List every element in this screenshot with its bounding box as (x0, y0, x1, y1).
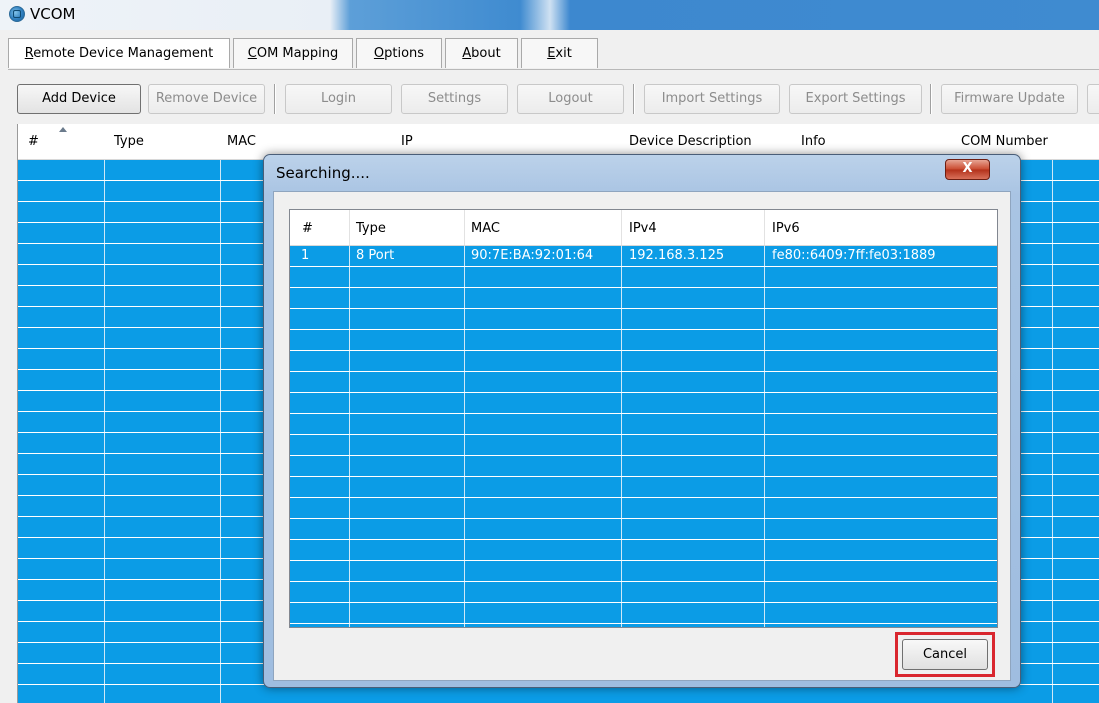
tab-label: ptions (384, 46, 425, 61)
column-header-ipv6[interactable]: IPv6 (772, 221, 800, 236)
close-icon[interactable]: X (945, 159, 990, 180)
dialog-title: Searching.... (276, 164, 370, 182)
table-row[interactable]: 1 8 Port 90:7E:BA:92:01:64 192.168.3.125… (290, 246, 997, 266)
cell-type: 8 Port (356, 248, 395, 263)
toolbar-separator (930, 84, 932, 114)
searching-dialog: Searching.... X # Type MAC IPv4 IPv6 1 8… (263, 154, 1021, 688)
column-header-index[interactable]: # (302, 221, 313, 236)
login-button[interactable]: Login (285, 84, 392, 114)
tab-exit[interactable]: Exit (521, 38, 598, 68)
add-device-button[interactable]: Add Device (17, 84, 141, 114)
column-divider (621, 210, 622, 245)
column-divider (764, 210, 765, 245)
cell-ipv6: fe80::6409:7ff:fe03:1889 (772, 248, 936, 263)
menu-bar: Remote Device Management COM Mapping Opt… (8, 38, 1099, 70)
toolbar-separator (633, 84, 635, 114)
search-results-header: # Type MAC IPv4 IPv6 (290, 210, 997, 246)
tab-mnemonic: A (462, 46, 472, 61)
tab-mnemonic: O (373, 46, 385, 61)
firmware-update-button[interactable]: Firmware Update (941, 84, 1078, 114)
tab-label: bout (471, 46, 501, 61)
tab-label: xit (555, 46, 572, 61)
column-header-type[interactable]: Type (356, 221, 386, 236)
column-header-ip[interactable]: IP (401, 134, 413, 149)
column-header-mac[interactable]: MAC (471, 221, 500, 236)
column-header-com-number[interactable]: COM Number (961, 134, 1048, 149)
cancel-highlight-box (895, 632, 995, 677)
search-results-rows[interactable]: 1 8 Port 90:7E:BA:92:01:64 192.168.3.125… (290, 246, 997, 627)
tab-mnemonic: C (247, 46, 257, 61)
remove-device-button[interactable]: Remove Device (148, 84, 265, 114)
column-header-device-description[interactable]: Device Description (629, 134, 752, 149)
cell-ipv4: 192.168.3.125 (629, 248, 725, 263)
tab-about[interactable]: About (445, 38, 518, 68)
cell-mac: 90:7E:BA:92:01:64 (471, 248, 594, 263)
dialog-body: # Type MAC IPv4 IPv6 1 8 Port 90:7E:BA:9… (273, 191, 1011, 681)
settings-button[interactable]: Settings (401, 84, 508, 114)
sort-ascending-icon (59, 127, 67, 132)
window-title: VCOM (30, 5, 76, 23)
title-bar: VCOM (0, 0, 1099, 30)
column-header-ipv4[interactable]: IPv4 (629, 221, 657, 236)
tab-mnemonic: R (24, 46, 34, 61)
column-header-index[interactable]: # (28, 134, 39, 149)
toolbar-overflow-button[interactable] (1087, 84, 1099, 114)
import-settings-button[interactable]: Import Settings (644, 84, 780, 114)
logout-button[interactable]: Logout (517, 84, 624, 114)
column-header-mac[interactable]: MAC (227, 134, 256, 149)
column-header-info[interactable]: Info (801, 134, 826, 149)
column-header-type[interactable]: Type (114, 134, 144, 149)
cell-index: 1 (301, 248, 310, 263)
app-globe-icon (9, 6, 25, 22)
search-results-list[interactable]: # Type MAC IPv4 IPv6 1 8 Port 90:7E:BA:9… (289, 209, 998, 628)
export-settings-button[interactable]: Export Settings (789, 84, 922, 114)
tab-options[interactable]: Options (356, 38, 442, 68)
tab-label: emote Device Management (33, 46, 214, 61)
tab-remote-device-management[interactable]: Remote Device Management (8, 38, 230, 68)
tab-com-mapping[interactable]: COM Mapping (233, 38, 353, 68)
tab-label: OM Mapping (256, 46, 339, 61)
toolbar-separator (274, 84, 276, 114)
column-divider (464, 210, 465, 245)
column-divider (349, 210, 350, 245)
